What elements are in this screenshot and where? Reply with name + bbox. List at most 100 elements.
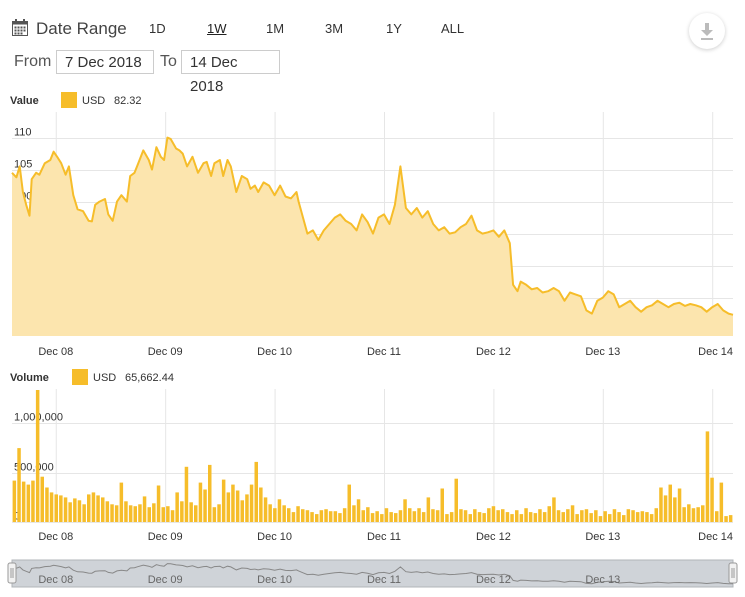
navigator-label: Dec 11: [367, 574, 401, 586]
volume-bar: [324, 509, 328, 522]
volume-bar: [510, 514, 514, 522]
volume-bar: [691, 508, 696, 522]
volume-bar: [710, 477, 714, 522]
volume-bar: [482, 513, 486, 522]
range-button-1d[interactable]: 1D: [149, 21, 166, 36]
range-button-all[interactable]: ALL: [441, 21, 464, 36]
range-button-3m[interactable]: 3M: [325, 21, 343, 36]
volume-x-tick-label: Dec 10: [257, 531, 292, 543]
value-chart: 80 85 90 95 100 105 110 Dec 08 Dec 09 Dec 10 Dec 1…: [11, 112, 734, 358]
volume-bar: [240, 500, 244, 522]
navigator-label: Dec 09: [148, 574, 183, 586]
value-x-tick-label: Dec 14: [698, 346, 733, 358]
volume-bar: [408, 508, 412, 522]
calendar-icon: [12, 19, 28, 36]
volume-bar: [273, 508, 277, 522]
volume-bar: [673, 497, 677, 522]
volume-bar: [119, 482, 124, 522]
volume-bar: [649, 514, 654, 522]
volume-bar: [212, 507, 217, 522]
navigator-label: Dec 13: [585, 574, 620, 586]
volume-bar: [728, 515, 733, 522]
volume-x-tick-label: Dec 13: [585, 531, 620, 543]
volume-bar: [101, 497, 105, 522]
volume-bar: [487, 508, 491, 522]
volume-bar: [342, 508, 347, 522]
volume-bar: [398, 510, 403, 522]
value-area-fill: [12, 137, 733, 336]
volume-bar: [301, 509, 305, 522]
volume-bar: [110, 504, 114, 522]
volume-bar: [654, 508, 658, 522]
volume-bar: [617, 512, 621, 522]
volume-bar: [496, 510, 500, 522]
value-y-tick-label: 100: [14, 191, 32, 203]
value-legend-currency: USD: [82, 95, 106, 107]
volume-bar: [435, 510, 440, 522]
volume-bar: [203, 489, 207, 522]
volume-bar: [170, 510, 175, 522]
volume-bar: [570, 505, 575, 522]
volume-bar: [161, 507, 165, 522]
value-y-tick-label: 80: [14, 319, 26, 331]
volume-bar: [208, 464, 212, 522]
volume-bar: [566, 509, 570, 522]
volume-bar: [561, 512, 565, 522]
volume-bar: [226, 492, 231, 522]
volume-bar: [282, 505, 286, 522]
volume-y-tick-label: 1,000,000: [14, 412, 63, 424]
volume-bar: [663, 495, 668, 522]
volume-bar: [147, 507, 151, 522]
volume-bar: [166, 506, 170, 522]
volume-bar: [524, 508, 528, 522]
volume-bar: [375, 511, 379, 522]
volume-bar: [719, 482, 724, 522]
volume-bar: [421, 512, 426, 522]
volume-bar: [380, 514, 384, 522]
volume-bar: [584, 509, 589, 522]
volume-x-tick-label: Dec 09: [148, 531, 183, 543]
volume-bar: [180, 501, 184, 522]
volume-bar: [552, 497, 556, 522]
volume-bar: [254, 461, 258, 522]
download-button[interactable]: [689, 13, 725, 49]
navigator-left-handle[interactable]: [7, 562, 17, 584]
volume-bar: [235, 490, 240, 522]
volume-bar: [598, 516, 603, 522]
volume-bar: [277, 499, 282, 522]
volume-bar: [682, 507, 686, 522]
value-y-tick-label: 105: [14, 159, 32, 171]
to-date-input[interactable]: 14 Dec 2018: [181, 50, 280, 95]
volume-bar: [533, 513, 538, 522]
from-date-input[interactable]: 7 Dec 2018: [56, 50, 154, 74]
volume-bar: [612, 509, 617, 522]
volume-bar: [701, 505, 705, 522]
range-button-1m[interactable]: 1M: [266, 21, 284, 36]
volume-legend-swatch: [72, 369, 88, 385]
volume-bar: [347, 484, 351, 522]
volume-bar: [59, 495, 63, 522]
navigator-right-handle[interactable]: [728, 562, 738, 584]
volume-x-tick-label: Dec 12: [476, 531, 511, 543]
value-y-tick-label: 85: [14, 287, 26, 299]
range-button-1w[interactable]: 1W: [207, 21, 227, 36]
value-x-tick-label: Dec 08: [38, 346, 73, 358]
volume-legend-currency: USD: [93, 372, 117, 384]
charts-svg: 80 85 90 95 100 105 110 Dec 08 Dec 09 Dec 10 Dec 1…: [11, 112, 734, 543]
range-button-1y[interactable]: 1Y: [386, 21, 402, 36]
volume-bar: [259, 487, 263, 522]
volume-bar: [31, 480, 35, 522]
volume-bar: [68, 502, 72, 522]
volume-bar: [491, 506, 496, 522]
volume-chart-title: Volume: [10, 372, 49, 384]
volume-bar: [645, 512, 649, 522]
volume-bar: [310, 512, 314, 522]
volume-bar: [384, 508, 389, 522]
volume-bar: [477, 512, 482, 522]
volume-x-tick-label: Dec 14: [698, 531, 733, 543]
navigator[interactable]: Dec 08 Dec 09 Dec 10 Dec 11 Dec 12 Dec 13: [0, 557, 745, 597]
volume-bar: [575, 514, 579, 522]
volume-bar: [515, 510, 519, 522]
volume-bar: [370, 513, 375, 522]
volume-bar: [217, 504, 221, 522]
